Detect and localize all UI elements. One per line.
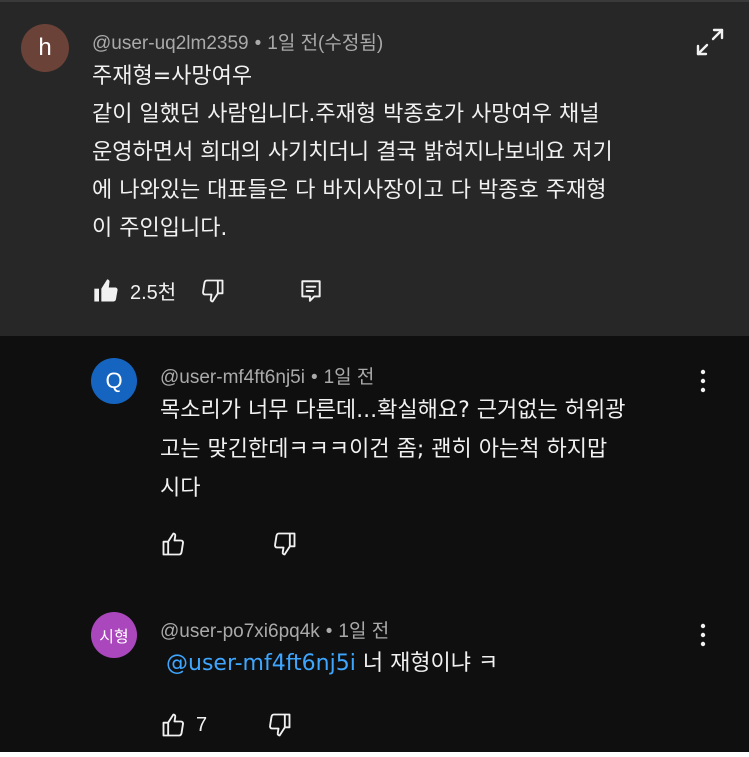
reply-line: 목소리가 너무 다른데...확실해요? 근거없는 허위광 [160,398,626,423]
reply-time: 1일 전 [338,621,390,642]
dislike-button[interactable] [198,277,226,305]
avatar-letter: 시형 [99,627,129,646]
comment-username[interactable]: @user-uq2lm2359 [92,33,249,54]
comment-line: 에 나와있는 대표들은 다 바지사장이고 다 박종호 주재형 [92,178,607,203]
like-button[interactable] [160,530,188,558]
avatar[interactable]: h [21,24,69,72]
comment-line: 이 주인입니다. [92,216,228,241]
like-button[interactable] [160,711,188,739]
meta-dot: • [254,33,262,54]
comment-actions: 2.5천 [92,276,324,305]
reply-icon [301,279,321,302]
reply-username[interactable]: @user-mf4ft6nj5i [160,367,305,388]
expand-icon [692,24,728,60]
like-filled-icon [94,278,118,301]
meta-dot: • [325,621,333,642]
dislike-icon [202,279,224,302]
like-button[interactable] [92,277,120,305]
comment-time: 1일 전(수정됨) [267,33,384,54]
reply-meta: @user-mf4ft6nj5i • 1일 전 [160,362,374,389]
reply-text: 목소리가 너무 다른데...확실해요? 근거없는 허위광 고는 맞긴한데ㅋㅋㅋ이… [160,391,625,508]
expand-button[interactable] [686,20,734,64]
top-divider [0,0,749,2]
comment-text: 주재형=사망여우 같이 일했던 사람입니다.주재형 박종호가 사망여우 채널 운… [92,58,613,248]
reply-username[interactable]: @user-po7xi6pq4k [160,621,320,642]
reply-time: 1일 전 [323,367,375,388]
dislike-icon [269,713,291,737]
like-count: 2.5천 [130,282,177,304]
avatar-letter: h [38,34,52,61]
meta-dot: • [310,367,318,388]
like-count: 7 [196,713,208,736]
avatar[interactable]: Q [91,358,137,404]
comment-meta: @user-uq2lm2359 • 1일 전(수정됨) [92,28,383,55]
reply-actions: 7 [160,711,293,739]
dislike-button[interactable] [265,711,293,739]
avatar-letter: Q [105,368,123,393]
comment-line: 같이 일했던 사람입니다.주재형 박종호가 사망여우 채널 [92,102,600,127]
like-icon [162,532,184,556]
mention-link[interactable]: @user-mf4ft6nj5i [166,651,356,676]
dislike-button[interactable] [270,530,298,558]
more-button[interactable] [693,620,713,650]
comment-thread: h @user-uq2lm2359 • 1일 전(수정됨) 주재형=사망여우 같이 … [0,0,749,752]
reply-actions [160,530,298,558]
more-vert-icon [700,623,706,647]
like-icon [162,713,184,737]
reply-line: 시다 [160,476,201,501]
reply-meta: @user-po7xi6pq4k • 1일 전 [160,616,389,643]
more-vert-icon [700,369,706,393]
highlighted-comment: h @user-uq2lm2359 • 1일 전(수정됨) 주재형=사망여우 같이 … [0,0,749,336]
avatar[interactable]: 시형 [91,612,137,658]
more-button[interactable] [693,366,713,396]
reply-text: @user-mf4ft6nj5i 너 재형이냐 ㅋ [166,645,498,683]
dislike-icon [274,532,296,556]
comment-line: 주재형=사망여우 [92,64,253,89]
reply-button[interactable] [298,278,324,304]
reply-line: 너 재형이냐 ㅋ [355,651,499,676]
reply-line: 고는 맞긴한데ㅋㅋㅋ이건 좀; 괜히 아는척 하지맙 [160,437,608,462]
comment-line: 운영하면서 희대의 사기치더니 결국 밝혀지나보네요 저기 [92,140,613,165]
